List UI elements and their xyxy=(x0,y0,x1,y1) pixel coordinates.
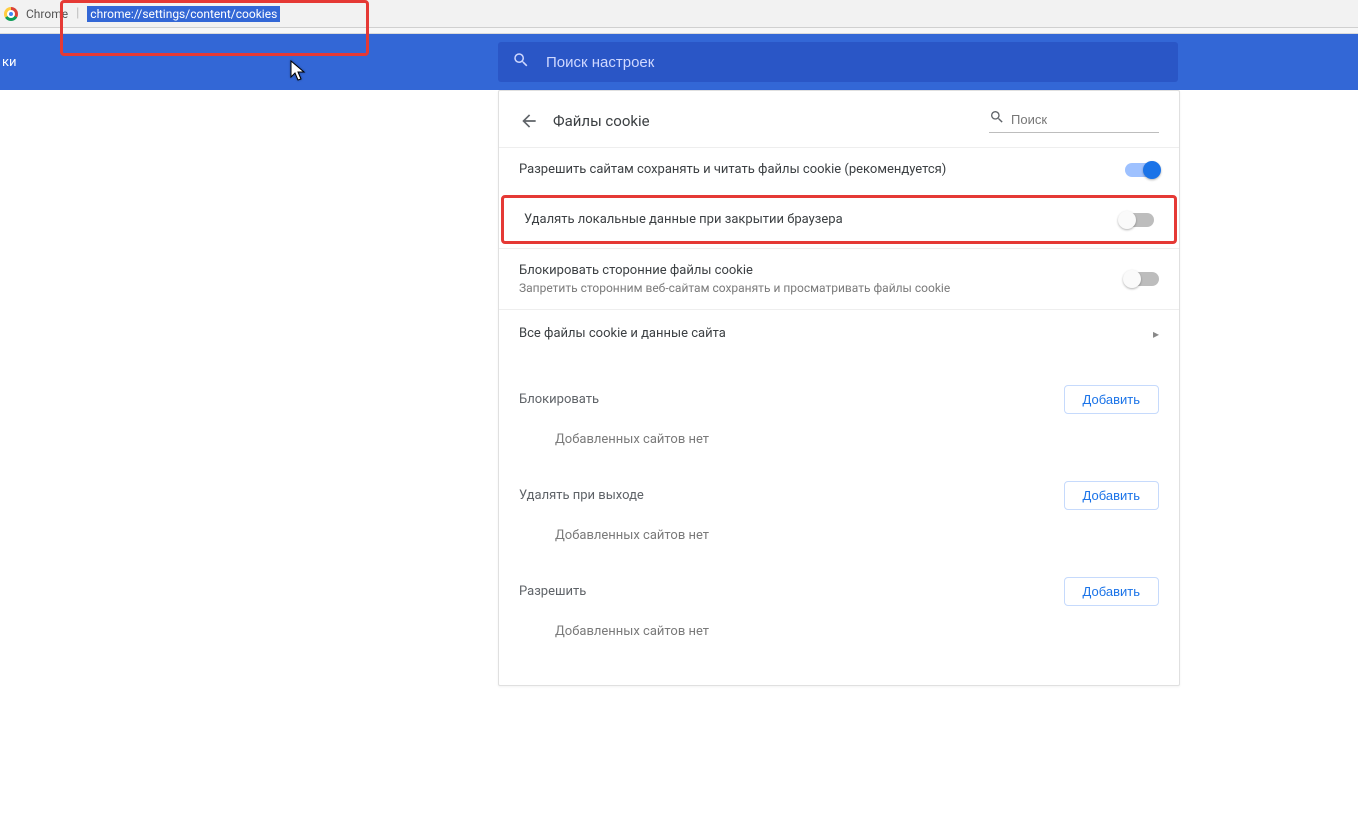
card-title: Файлы cookie xyxy=(553,112,975,130)
add-onexit-button[interactable]: Добавить xyxy=(1064,481,1159,510)
row-allow-label: Разрешить сайтам сохранять и читать файл… xyxy=(519,162,946,177)
tab-app-name: Chrome xyxy=(26,7,68,21)
settings-search[interactable] xyxy=(498,42,1178,82)
add-block-button[interactable]: Добавить xyxy=(1064,385,1159,414)
section-block-empty: Добавленных сайтов нет xyxy=(499,424,1179,453)
left-gutter xyxy=(0,90,498,686)
all-cookie-data-label: Все файлы cookie и данные сайта xyxy=(519,326,726,341)
toggle-clear-on-exit[interactable] xyxy=(1120,213,1154,227)
cookies-card: Файлы cookie Разрешить сайтам сохранять … xyxy=(498,90,1180,686)
section-allow-title: Разрешить xyxy=(519,584,586,599)
settings-search-input[interactable] xyxy=(546,54,1164,71)
toggle-block-third-party[interactable] xyxy=(1125,272,1159,286)
card-header: Файлы cookie xyxy=(499,91,1179,147)
browser-tabstrip: Chrome | chrome://settings/content/cooki… xyxy=(0,0,1358,28)
section-allow-empty: Добавленных сайтов нет xyxy=(499,616,1179,645)
row-allow-cookies: Разрешить сайтам сохранять и читать файл… xyxy=(499,147,1179,191)
row-block-third-label: Блокировать сторонние файлы cookie xyxy=(519,263,950,278)
row-clear-label: Удалять локальные данные при закрытии бр… xyxy=(524,212,843,227)
address-url[interactable]: chrome://settings/content/cookies xyxy=(87,6,280,22)
search-icon xyxy=(989,109,1005,129)
section-onexit-title: Удалять при выходе xyxy=(519,488,644,503)
section-onexit-empty: Добавленных сайтов нет xyxy=(499,520,1179,549)
section-block-title: Блокировать xyxy=(519,392,599,407)
section-block-head: Блокировать Добавить xyxy=(499,357,1179,424)
chevron-right-icon: ▸ xyxy=(1153,327,1159,341)
row-block-third-party: Блокировать сторонние файлы cookie Запре… xyxy=(499,248,1179,309)
back-button[interactable] xyxy=(519,111,539,131)
add-allow-button[interactable]: Добавить xyxy=(1064,577,1159,606)
toggle-allow-cookies[interactable] xyxy=(1125,163,1159,177)
section-onexit-head: Удалять при выходе Добавить xyxy=(499,453,1179,520)
row-block-third-sub: Запретить сторонним веб-сайтам сохранять… xyxy=(519,281,950,295)
card-search-input[interactable] xyxy=(1011,112,1159,127)
settings-body: Файлы cookie Разрешить сайтам сохранять … xyxy=(0,90,1358,686)
section-allow-head: Разрешить Добавить xyxy=(499,549,1179,616)
row-all-cookie-data[interactable]: Все файлы cookie и данные сайта ▸ xyxy=(499,309,1179,357)
settings-header: ки xyxy=(0,34,1358,90)
sidebar-fragment: ки xyxy=(0,55,24,70)
row-clear-on-exit: Удалять локальные данные при закрытии бр… xyxy=(501,195,1177,244)
search-icon xyxy=(512,51,530,73)
card-search[interactable] xyxy=(989,109,1159,133)
tab-separator: | xyxy=(76,6,79,21)
chrome-icon xyxy=(4,7,18,21)
